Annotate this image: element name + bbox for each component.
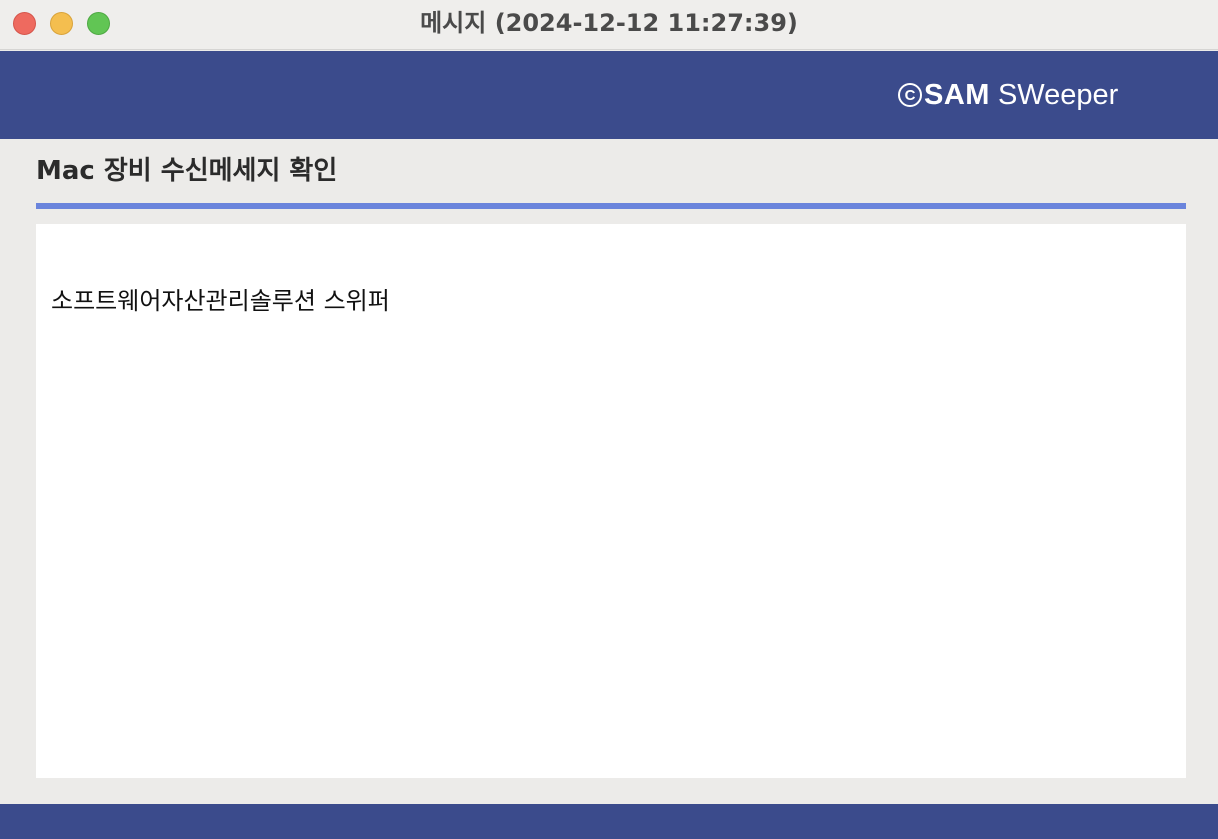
message-text: 소프트웨어자산관리솔루션 스위퍼: [51, 287, 390, 315]
brand-logo: C SAM SWeeper: [898, 77, 1118, 113]
window-title: 메시지 (2024-12-12 11:27:39): [420, 9, 798, 37]
copyright-icon: C: [898, 83, 922, 107]
footer-band: [0, 804, 1218, 839]
page-heading: Mac 장비 수신메세지 확인: [36, 156, 338, 186]
message-panel: 소프트웨어자산관리솔루션 스위퍼: [36, 224, 1186, 778]
header-band: C SAM SWeeper: [0, 51, 1218, 139]
title-bar[interactable]: 메시지 (2024-12-12 11:27:39): [0, 0, 1218, 50]
message-window: 메시지 (2024-12-12 11:27:39) C SAM SWeeper …: [0, 0, 1218, 839]
brand-sam: SAM: [924, 79, 990, 111]
brand-sweeper: SWeeper: [997, 79, 1119, 111]
heading-divider: [36, 203, 1186, 209]
